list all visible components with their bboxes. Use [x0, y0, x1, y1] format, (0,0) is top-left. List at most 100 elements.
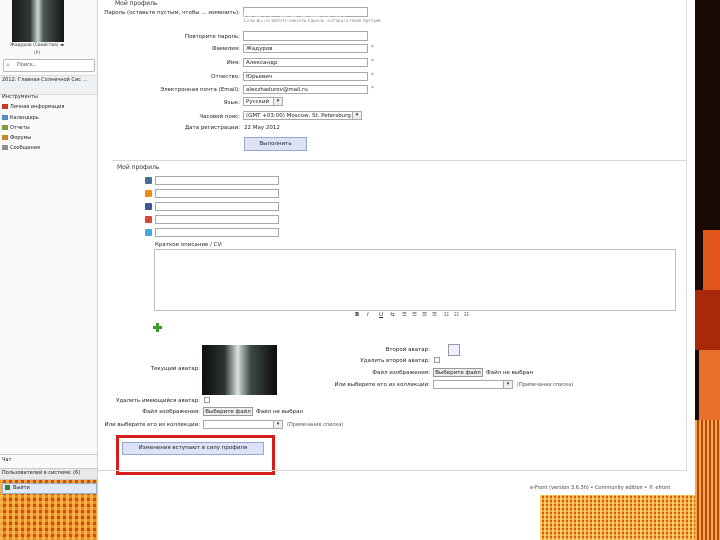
delete-second-avatar-checkbox[interactable] — [434, 357, 440, 363]
editor-toolbar: B I U ⇆ ☰ ☰ ☰ ☰ ☷ ☷ ☷ — [154, 310, 674, 322]
content-border — [686, 0, 687, 470]
number-list-button[interactable]: ☷ — [454, 312, 459, 318]
search-input[interactable]: Поиск... — [17, 62, 38, 68]
sidebar-item-label: Календарь — [10, 115, 39, 121]
chevron-down-icon: ▾ — [352, 112, 361, 119]
online-users-bar[interactable]: Пользователей в системе: (6) — [0, 468, 97, 480]
sidebar-section-header[interactable]: 2012: Главная Солнечной Сис ... — [0, 75, 97, 95]
delete-current-avatar-label: Удалить имеющийся аватар: — [116, 398, 200, 404]
twitter-icon — [145, 229, 152, 236]
middlename-field[interactable]: Юрьевич — [243, 72, 368, 81]
align-center-button[interactable]: ☰ — [412, 312, 417, 318]
right-decorative-art — [695, 0, 720, 540]
lastname-label: Фамилия: — [211, 46, 240, 52]
align-left-button[interactable]: ☰ — [402, 312, 407, 318]
second-gallery-select[interactable]: ▾ — [433, 380, 513, 389]
required-marker: * — [371, 85, 374, 92]
vkontakte-icon — [145, 177, 152, 184]
odnoklassniki-field[interactable] — [155, 189, 279, 198]
email-label: Электронная почта (Email): — [160, 87, 240, 93]
section-divider — [112, 160, 686, 161]
regdate-label: Дата регистрации: — [184, 125, 240, 131]
timezone-label: Часовой пояс: — [199, 114, 240, 120]
firstname-field[interactable]: Александр — [243, 58, 368, 67]
chevron-down-icon: ▾ — [273, 98, 282, 105]
page-title-overlay: Мой профиль — [240, 10, 352, 28]
underline-button[interactable]: U — [379, 312, 383, 318]
sidebar-item-label: Форумы — [10, 135, 32, 141]
lastname-field[interactable]: Жадуров — [243, 44, 368, 53]
facebook-field[interactable] — [155, 202, 279, 211]
online-users-label: Пользователей в системе: (6) — [2, 470, 81, 476]
password-repeat-field[interactable] — [243, 31, 368, 41]
sidebar-item-label: Личная информация — [10, 104, 65, 110]
search-box[interactable]: ⌕ Поиск... — [3, 59, 95, 72]
chevron-down-icon: ▾ — [273, 421, 282, 428]
google-plus-field[interactable] — [155, 215, 279, 224]
current-avatar-image — [202, 345, 277, 395]
choose-file-button[interactable]: Выберите файл — [203, 407, 253, 416]
second-gallery-hint: (Примечание списка) — [517, 382, 574, 388]
profile-section-heading: Мой профиль — [117, 164, 160, 171]
bottom-decorative-art — [540, 495, 695, 540]
second-image-file-label: Файл изображения: — [372, 370, 430, 376]
facebook-icon — [145, 203, 152, 210]
sidebar-item-profile[interactable]: Личная информация — [2, 104, 64, 110]
user-status: (P) — [34, 51, 41, 56]
sidebar-item-reports[interactable]: Отчеты — [2, 125, 30, 131]
logout-label: Выйти — [13, 485, 30, 491]
search-icon: ⌕ — [6, 61, 10, 69]
sidebar-item-messages[interactable]: Сообщения — [2, 145, 40, 151]
second-choose-file-button[interactable]: Выберите файл — [433, 368, 483, 377]
calendar-icon — [2, 115, 8, 120]
gallery-select[interactable]: ▾ — [203, 420, 283, 429]
logout-button[interactable]: Выйти — [2, 483, 97, 494]
odnoklassniki-icon — [145, 190, 152, 197]
highlight-frame — [116, 435, 275, 475]
email-field[interactable]: alexzhadurov@mail.ru — [243, 85, 368, 94]
user-avatar[interactable] — [12, 0, 64, 42]
italic-button[interactable]: I — [367, 312, 369, 318]
twitter-field[interactable] — [155, 228, 279, 237]
cv-textarea[interactable] — [154, 249, 676, 311]
password-repeat-label: Повторите пароль: — [184, 34, 240, 40]
indent-button[interactable]: ☷ — [464, 312, 469, 318]
messages-icon — [2, 145, 8, 150]
current-avatar-label: Текущий аватар: — [150, 366, 200, 372]
image-file-label: Файл изображения: — [142, 409, 200, 415]
submit-button[interactable]: Выполнить — [244, 137, 307, 151]
chat-title: Чат — [2, 457, 12, 463]
second-avatar-thumbnail — [448, 344, 460, 356]
second-avatar-label: Второй аватар: — [385, 347, 430, 353]
required-marker: * — [371, 72, 374, 79]
language-select[interactable]: Русский ▾ — [243, 97, 283, 106]
footer-credits[interactable]: e-Front (version 3.6.3h) • Community edi… — [530, 485, 670, 491]
gallery-label: Или выберите его из коллекции: — [104, 422, 200, 428]
language-label: Язык: — [223, 100, 240, 106]
required-marker: * — [371, 44, 374, 51]
vkontakte-field[interactable] — [155, 176, 279, 185]
sidebar-item-calendar[interactable]: Календарь — [2, 115, 39, 121]
user-name-label[interactable]: Жадуров (Свойства) ◂▸ — [10, 43, 65, 48]
bold-button[interactable]: B — [355, 312, 359, 318]
sidebar-item-forums[interactable]: Форумы — [2, 135, 31, 141]
logout-icon — [5, 485, 10, 490]
plus-icon[interactable] — [153, 323, 162, 332]
bullet-list-button[interactable]: ☷ — [444, 312, 449, 318]
sidebar-item-label: Отчеты — [10, 125, 30, 131]
timezone-select[interactable]: (GMT +03:00) Moscow, St. Petersburg ▾ — [243, 111, 362, 120]
sidebar-divider — [0, 454, 97, 455]
language-value: Русский — [246, 99, 270, 105]
align-right-button[interactable]: ☰ — [422, 312, 427, 318]
sidebar-tools-title: Инструменты — [2, 94, 38, 100]
required-marker: * — [371, 58, 374, 65]
left-sidebar: Жадуров (Свойства) ◂▸ (P) ⌕ Поиск... 201… — [0, 0, 98, 540]
strike-button[interactable]: ⇆ — [390, 312, 395, 318]
timezone-value: (GMT +03:00) Moscow, St. Petersburg — [246, 113, 351, 119]
second-gallery-label: Или выберите его из коллекции: — [334, 382, 430, 388]
delete-second-avatar-label: Удалить второй аватар: — [360, 358, 430, 364]
delete-current-avatar-checkbox[interactable] — [204, 397, 210, 403]
align-justify-button[interactable]: ☰ — [432, 312, 437, 318]
cv-label: Краткое описание / CV: — [155, 242, 223, 248]
gallery-hint: (Примечание списка) — [287, 422, 344, 428]
